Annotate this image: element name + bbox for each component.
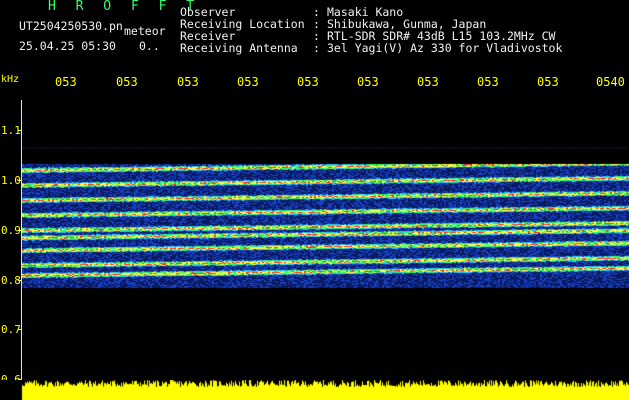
amplitude-strip [0, 380, 629, 400]
time-tick: 053 [537, 75, 559, 89]
time-tick: 053 [237, 75, 259, 89]
time-tick: 053 [177, 75, 199, 89]
app-title: H R O F F T [48, 0, 201, 14]
spectrogram [22, 100, 629, 380]
meteor-label: meteor [124, 24, 166, 38]
antenna-label: Receiving Antenna [180, 41, 298, 55]
file-name: UT2504250530.pn [19, 19, 123, 33]
antenna-value: 3el Yagi(V) Az 330 for Vladivostok [327, 41, 563, 55]
time-tick: 053 [116, 75, 138, 89]
colon: : [313, 41, 320, 55]
time-tick: 053 [297, 75, 319, 89]
time-tick: 053 [417, 75, 439, 89]
time-tick: 053 [477, 75, 499, 89]
time-axis: 053 053 053 053 053 053 053 053 053 0540 [0, 75, 629, 95]
time-tick: 0540 [596, 75, 625, 89]
time-tick: 053 [55, 75, 77, 89]
datetime: 25.04.25 05:30 [19, 39, 116, 53]
status-flag: 0.. [139, 39, 160, 53]
time-tick: 053 [357, 75, 379, 89]
